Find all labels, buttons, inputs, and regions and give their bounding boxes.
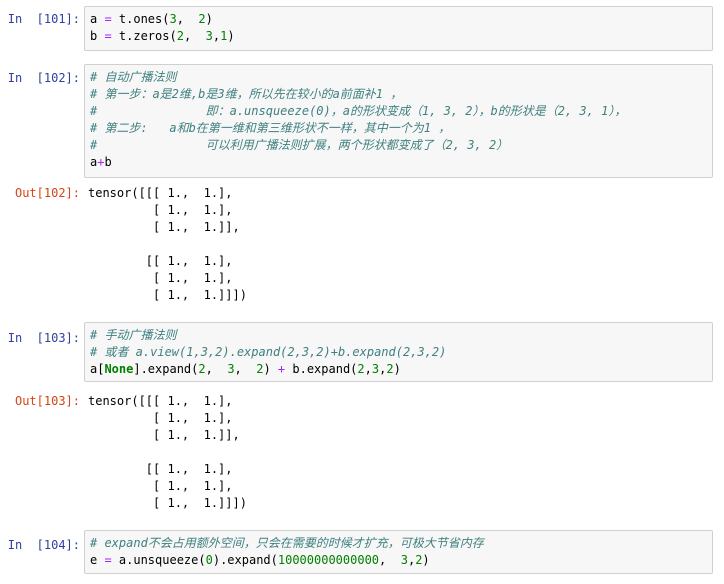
- code-line: # 手动广播法则: [90, 327, 707, 344]
- output-line: [ 1., 1.]],: [88, 428, 240, 442]
- code-token: 10000000000000: [277, 553, 380, 567]
- output-line: [[ 1., 1.],: [88, 254, 233, 268]
- code-token: ): [227, 29, 235, 43]
- code-token: # 即：a.unsqueeze(0)，a的形状变成（1, 3, 2），b的形状是…: [90, 104, 627, 118]
- code-token: ): [393, 362, 401, 376]
- code-token: # 第一步：a是2维,b是3维，所以先在较小的a前面补1 ，: [90, 87, 403, 101]
- output-line: tensor([[[ 1., 1.],: [88, 186, 233, 200]
- cell-output: tensor([[[ 1., 1.], [ 1., 1.], [ 1., 1.]…: [88, 393, 708, 512]
- code-token: 2: [198, 12, 206, 26]
- code-token: 3: [400, 553, 408, 567]
- code-line: a+b: [90, 154, 707, 171]
- code-input[interactable]: # expand不会占用额外空间，只会在需要的时候才扩充，可极大节省内存 e = …: [84, 530, 713, 574]
- code-token: a: [90, 12, 105, 26]
- code-token: # 可以利用广播法则扩展，两个形状都变成了（2, 3, 2）: [90, 138, 509, 152]
- code-token: # 或者 a.view(1,3,2).expand(2,3,2)+b.expan…: [90, 345, 447, 359]
- code-token: ,: [364, 362, 372, 376]
- code-token: # 自动广播法则: [90, 70, 177, 84]
- output-line: [ 1., 1.]],: [88, 220, 240, 234]
- in-prompt: In [104]:: [7, 538, 80, 552]
- code-token: b: [90, 29, 105, 43]
- code-token: 3: [205, 29, 213, 43]
- code-token: =: [104, 12, 112, 26]
- code-input[interactable]: # 手动广播法则 # 或者 a.view(1,3,2).expand(2,3,2)…: [84, 322, 713, 382]
- out-prompt: Out[103]:: [14, 394, 80, 408]
- code-line: # expand不会占用额外空间，只会在需要的时候才扩充，可极大节省内存: [90, 535, 707, 552]
- in-prompt: In [101]:: [7, 12, 80, 26]
- code-token: 2: [176, 29, 184, 43]
- code-input[interactable]: # 自动广播法则 # 第一步：a是2维,b是3维，所以先在较小的a前面补1 ， # …: [84, 64, 713, 178]
- code-line: # 第二步: a和b在第一维和第三维形状不一样，其中一个为1 ，: [90, 120, 707, 137]
- output-line: [ 1., 1.]]]): [88, 288, 247, 302]
- output-line: [ 1., 1.],: [88, 271, 233, 285]
- code-token: 0: [205, 553, 213, 567]
- code-token: ,: [176, 12, 199, 26]
- code-line: a[None].expand(2, 3, 2) + b.expand(2,3,2…: [90, 361, 707, 378]
- output-line: tensor([[[ 1., 1.],: [88, 394, 233, 408]
- code-line: # 可以利用广播法则扩展，两个形状都变成了（2, 3, 2）: [90, 137, 707, 154]
- code-token: ].expand(: [133, 362, 199, 376]
- code-token: b.expand(: [285, 362, 358, 376]
- code-token: 3: [169, 12, 177, 26]
- code-line: a = t.ones(3, 2): [90, 11, 707, 28]
- code-line: e = a.unsqueeze(0).expand(10000000000000…: [90, 552, 707, 569]
- output-line: [ 1., 1.]]]): [88, 496, 247, 510]
- code-line: # 即：a.unsqueeze(0)，a的形状变成（1, 3, 2），b的形状是…: [90, 103, 707, 120]
- code-token: =: [104, 29, 112, 43]
- out-prompt: Out[102]:: [14, 186, 80, 200]
- code-token: ).expand(: [212, 553, 278, 567]
- code-line: b = t.zeros(2, 3,1): [90, 28, 707, 45]
- output-line: [ 1., 1.],: [88, 411, 233, 425]
- code-token: ): [205, 12, 213, 26]
- code-line: # 或者 a.view(1,3,2).expand(2,3,2)+b.expan…: [90, 344, 707, 361]
- code-token: 3: [227, 362, 235, 376]
- code-token: # 手动广播法则: [90, 328, 177, 342]
- code-token: 2: [198, 362, 206, 376]
- in-prompt: In [102]:: [7, 71, 80, 85]
- code-token: b: [104, 155, 112, 169]
- code-token: e: [90, 553, 105, 567]
- code-input[interactable]: a = t.ones(3, 2) b = t.zeros(2, 3,1): [84, 6, 713, 51]
- code-token: 2: [357, 362, 365, 376]
- code-token: ,: [234, 362, 257, 376]
- code-token: # expand不会占用额外空间，只会在需要的时候才扩充，可极大节省内存: [90, 536, 484, 550]
- output-line: [[ 1., 1.],: [88, 462, 233, 476]
- code-token: a.unsqueeze(: [111, 553, 206, 567]
- code-line: # 第一步：a是2维,b是3维，所以先在较小的a前面补1 ，: [90, 86, 707, 103]
- code-token: ): [422, 553, 430, 567]
- code-token: t.zeros(: [111, 29, 177, 43]
- output-line: [ 1., 1.],: [88, 479, 233, 493]
- code-token: ,: [379, 553, 401, 567]
- code-token: =: [104, 553, 112, 567]
- cell-output: tensor([[[ 1., 1.], [ 1., 1.], [ 1., 1.]…: [88, 185, 708, 304]
- code-token: ,: [205, 362, 228, 376]
- code-token: t.ones(: [111, 12, 170, 26]
- code-token: 2: [386, 362, 394, 376]
- in-prompt: In [103]:: [7, 331, 80, 345]
- code-line: # 自动广播法则: [90, 69, 707, 86]
- output-line: [ 1., 1.],: [88, 203, 233, 217]
- code-token: ,: [183, 29, 206, 43]
- code-token: ): [263, 362, 278, 376]
- code-token: # 第二步: a和b在第一维和第三维形状不一样，其中一个为1 ，: [90, 121, 451, 135]
- code-token: a[: [90, 362, 105, 376]
- code-token: None: [104, 362, 134, 376]
